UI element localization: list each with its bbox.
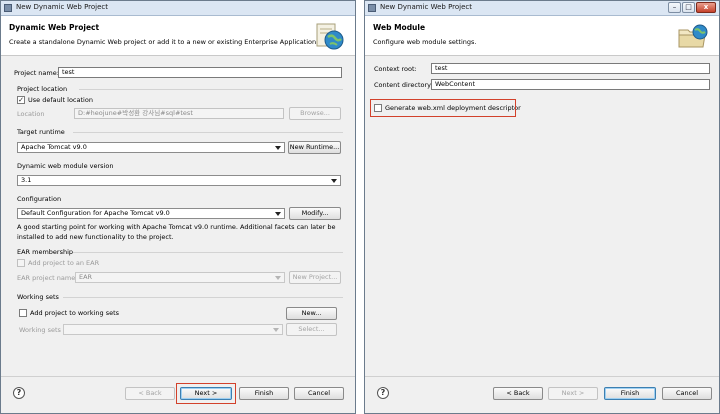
new-runtime-button[interactable]: New Runtime... — [288, 141, 341, 154]
group-divider — [79, 89, 343, 90]
title-bar[interactable]: New Dynamic Web Project — [1, 1, 355, 16]
configuration-value: Default Configuration for Apache Tomcat … — [21, 209, 170, 217]
chevron-down-icon — [275, 212, 281, 216]
wizard-description: Configure web module settings. — [373, 38, 477, 46]
project-name-label: Project name: — [14, 69, 59, 77]
chevron-down-icon — [275, 276, 281, 280]
new-project-button[interactable]: New Project... — [289, 271, 341, 284]
ear-project-name-value: EAR — [79, 273, 93, 281]
wizard-title: Web Module — [373, 23, 426, 32]
cancel-button[interactable]: Cancel — [662, 387, 712, 400]
configuration-select[interactable]: Default Configuration for Apache Tomcat … — [17, 208, 285, 219]
wizard-title: Dynamic Web Project — [9, 23, 100, 32]
back-button[interactable]: < Back — [125, 387, 175, 400]
finish-button[interactable]: Finish — [239, 387, 289, 400]
next-button-highlight — [176, 383, 236, 404]
module-version-select[interactable]: 3.1 — [17, 175, 341, 186]
project-location-group-label: Project location — [17, 85, 68, 93]
working-sets-label: Working sets — [19, 326, 61, 334]
add-to-working-sets-checkbox[interactable] — [19, 309, 27, 317]
cancel-button[interactable]: Cancel — [294, 387, 344, 400]
wizard-banner: Web Module Configure web module settings… — [365, 16, 719, 56]
use-default-location-label: Use default location — [28, 96, 93, 104]
context-root-label: Context root: — [374, 65, 417, 73]
help-icon[interactable]: ? — [377, 387, 389, 399]
content-directory-label: Content directory: — [374, 81, 433, 89]
group-divider — [73, 132, 343, 133]
add-to-ear-checkbox[interactable] — [17, 259, 25, 267]
web-project-globe-icon — [316, 23, 344, 50]
modify-button[interactable]: Modify... — [289, 207, 341, 220]
chevron-down-icon — [273, 328, 279, 332]
use-default-location-checkbox[interactable]: ✓ — [17, 96, 25, 104]
group-divider — [73, 252, 343, 253]
title-bar[interactable]: New Dynamic Web Project – □ x — [365, 1, 719, 16]
maximize-button[interactable]: □ — [682, 2, 695, 13]
target-runtime-select[interactable]: Apache Tomcat v9.0 — [17, 142, 285, 153]
wizard-content: Project name: test Project location ✓ Us… — [1, 56, 355, 377]
group-divider — [63, 297, 343, 298]
project-name-input[interactable]: test — [58, 67, 342, 78]
content-directory-input[interactable]: WebContent — [431, 79, 710, 90]
dialog-new-dynamic-web-project: New Dynamic Web Project Dynamic Web Proj… — [0, 0, 356, 414]
finish-button[interactable]: Finish — [604, 387, 656, 400]
working-sets-select[interactable] — [63, 324, 283, 335]
wizard-banner: Dynamic Web Project Create a standalone … — [1, 16, 355, 56]
configuration-description-line1: A good starting point for working with A… — [17, 223, 336, 231]
dialog-web-module: New Dynamic Web Project – □ x Web Module… — [364, 0, 720, 414]
chevron-down-icon — [331, 179, 337, 183]
minimize-button[interactable]: – — [668, 2, 681, 13]
help-icon[interactable]: ? — [13, 387, 25, 399]
configuration-group-label: Configuration — [17, 195, 62, 203]
back-button[interactable]: < Back — [493, 387, 543, 400]
wizard-description: Create a standalone Dynamic Web project … — [9, 38, 319, 46]
wizard-footer: ? < Back Next > Finish Cancel — [365, 376, 719, 413]
window-title: New Dynamic Web Project — [380, 3, 473, 11]
new-working-set-button[interactable]: New... — [286, 307, 337, 320]
wizard-content: Context root: test Content directory: We… — [365, 56, 719, 377]
select-working-sets-button[interactable]: Select... — [286, 323, 337, 336]
working-sets-group-label: Working sets — [17, 293, 59, 301]
add-to-working-sets-label: Add project to working sets — [30, 309, 120, 317]
module-version-group-label: Dynamic web module version — [17, 162, 114, 170]
target-runtime-group-label: Target runtime — [17, 128, 65, 136]
module-version-value: 3.1 — [21, 176, 32, 184]
folder-globe-icon — [678, 24, 708, 48]
ear-project-name-select[interactable]: EAR — [75, 272, 285, 283]
context-root-input[interactable]: test — [431, 63, 710, 74]
configuration-description-line2: installed to add new functionality to th… — [17, 233, 174, 241]
next-button[interactable]: Next > — [548, 387, 598, 400]
ear-project-name-label: EAR project name — [17, 274, 76, 282]
target-runtime-value: Apache Tomcat v9.0 — [21, 143, 87, 151]
ear-membership-group-label: EAR membership — [17, 248, 74, 256]
location-input[interactable]: D:#heojune#박성환 강사님#sql#test — [74, 108, 284, 119]
generate-web-xml-highlight — [370, 99, 516, 117]
wizard-footer: ? < Back Next > Finish Cancel — [1, 376, 355, 413]
close-button[interactable]: x — [696, 2, 716, 13]
browse-button[interactable]: Browse... — [289, 107, 341, 120]
app-icon — [4, 4, 12, 12]
add-to-ear-label: Add project to an EAR — [28, 259, 100, 267]
location-label: Location — [17, 110, 45, 118]
chevron-down-icon — [275, 146, 281, 150]
app-icon — [368, 4, 376, 12]
window-title: New Dynamic Web Project — [16, 3, 109, 11]
